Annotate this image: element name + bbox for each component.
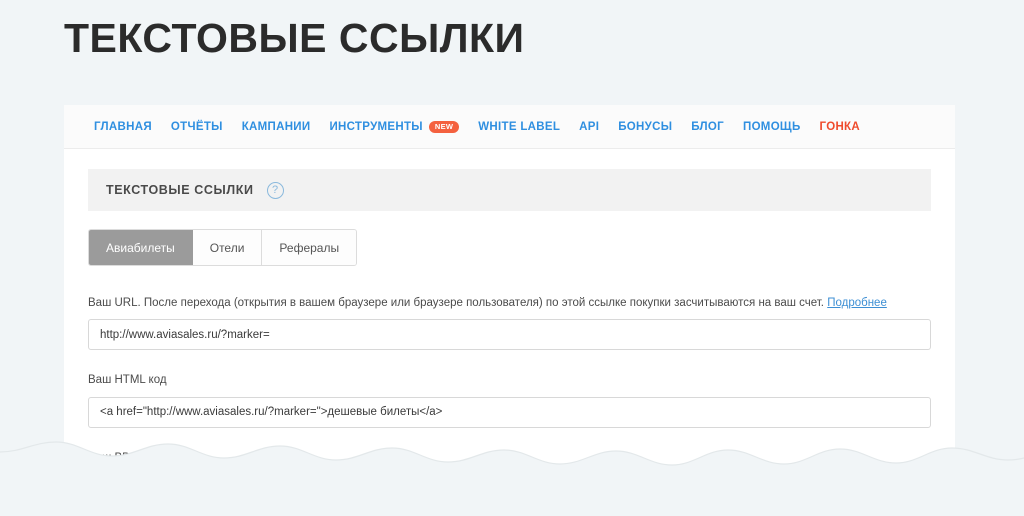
new-badge: NEW [428, 120, 460, 133]
html-field-group: Ваш HTML код <a href="http://www.aviasal… [88, 372, 931, 428]
bb-field-label: Ваш BB код [88, 451, 152, 464]
nav-item-label: ПОМОЩЬ [743, 120, 801, 133]
nav-item-kampanii[interactable]: КАМПАНИИ [242, 121, 311, 133]
nav-item-blog[interactable]: БЛОГ [691, 121, 724, 133]
nav-item-label: ГОНКА [819, 120, 860, 133]
question-mark-circle-icon[interactable]: ? [266, 181, 284, 199]
nav-item-label: КАМПАНИИ [241, 120, 311, 133]
url-field-label-text: Ваш URL. После перехода (открытия в ваше… [88, 297, 824, 309]
nav-item-label: ИНСТРУМЕНТЫ [329, 120, 423, 133]
url-field-group: Ваш URL. После перехода (открытия в ваше… [88, 295, 931, 351]
nav-item-label: ГЛАВНАЯ [94, 120, 152, 133]
nav-item-label: API [579, 120, 600, 133]
tab-referaly[interactable]: Рефералы [262, 230, 357, 265]
html-code-input[interactable]: <a href="http://www.aviasales.ru/?marker… [88, 396, 931, 428]
url-input[interactable]: http://www.aviasales.ru/?marker= [88, 319, 931, 351]
nav-item-label: WHITE LABEL [478, 120, 561, 133]
nav-item-label: ОТЧЁТЫ [170, 120, 223, 133]
section-title: ТЕКСТОВЫЕ ССЫЛКИ [106, 183, 254, 197]
bb-code-input[interactable] [88, 473, 931, 475]
more-info-link[interactable]: Подробнее [827, 297, 887, 309]
tab-group: Авиабилеты Отели Рефералы [88, 229, 358, 266]
section-header: ТЕКСТОВЫЕ ССЫЛКИ ? [88, 169, 931, 211]
tab-aviabilety[interactable]: Авиабилеты [89, 230, 193, 265]
nav-item-api[interactable]: API [579, 121, 599, 133]
nav-item-pomoshch[interactable]: ПОМОЩЬ [743, 121, 801, 133]
html-field-label: Ваш HTML код [88, 374, 167, 387]
url-field-label: Ваш URL. После перехода (открытия в ваше… [88, 295, 931, 312]
main-navigation: ГЛАВНАЯ ОТЧЁТЫ КАМПАНИИ ИНСТРУМЕНТЫ NEW … [64, 105, 955, 149]
tab-oteli[interactable]: Отели [192, 230, 263, 265]
nav-item-otchety[interactable]: ОТЧЁТЫ [171, 121, 223, 133]
nav-item-label: БОНУСЫ [618, 120, 673, 133]
nav-item-glavnaya[interactable]: ГЛАВНАЯ [94, 121, 152, 133]
nav-item-instrumenty[interactable]: ИНСТРУМЕНТЫ NEW [329, 120, 460, 133]
nav-item-gonka[interactable]: ГОНКА [820, 121, 860, 133]
nav-item-white-label[interactable]: WHITE LABEL [478, 121, 560, 133]
browser-card: ГЛАВНАЯ ОТЧЁТЫ КАМПАНИИ ИНСТРУМЕНТЫ NEW … [64, 105, 955, 475]
bb-field-group: Ваш BB код [88, 450, 931, 475]
nav-item-bonusy[interactable]: БОНУСЫ [618, 121, 672, 133]
page-title: ТЕКСТОВЫЕ ССЫЛКИ [64, 15, 525, 61]
nav-item-label: БЛОГ [691, 120, 724, 133]
